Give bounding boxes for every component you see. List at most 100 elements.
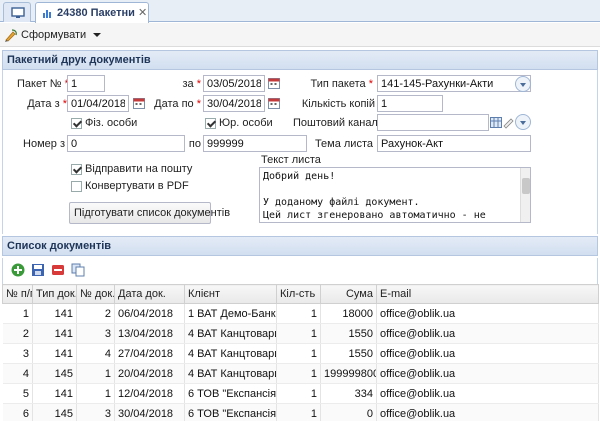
table-cell: office@oblik.ua: [376, 383, 599, 404]
subject-label: Тема листа: [314, 138, 373, 150]
num-from-input[interactable]: [67, 135, 185, 152]
table-cell: 1: [276, 323, 321, 344]
za-date-input[interactable]: [203, 75, 265, 92]
tab-document[interactable]: 24380 Пакетний д ✕: [35, 2, 149, 23]
table-cell: 1: [76, 383, 115, 404]
date-from-input[interactable]: [67, 95, 129, 112]
table-row[interactable]: 5 141 1 12/04/2018 6 ТОВ "Експансія" 1 334 offi…: [2, 383, 599, 404]
table-row[interactable]: 3 141 4 27/04/2018 4 ВАТ Канцтовари 1 1550 offi…: [2, 343, 599, 364]
fiz-label: Фіз. особи: [85, 117, 138, 129]
delete-icon[interactable]: [51, 263, 65, 277]
calendar-icon[interactable]: [268, 97, 280, 109]
table-cell: office@oblik.ua: [376, 343, 599, 364]
table-cell: 141: [32, 343, 77, 364]
fiz-checkbox[interactable]: [71, 118, 82, 129]
yur-checkbox[interactable]: [205, 118, 216, 129]
table-row[interactable]: 4 145 1 20/04/2018 4 ВАТ Канцтовари 1 19999980…: [2, 363, 599, 384]
num-to-input[interactable]: [203, 135, 307, 152]
copies-label: Кількість копій: [301, 98, 375, 110]
table-row[interactable]: 6 145 3 30/04/2018 6 ТОВ "Експансія" 1 0 office…: [2, 403, 599, 421]
packet-no-input[interactable]: [67, 75, 105, 92]
copies-input[interactable]: [377, 95, 443, 112]
column-header[interactable]: Кіл-сть: [276, 284, 321, 304]
home-tab[interactable]: [3, 2, 31, 22]
packet-no-label: Пакет № *: [17, 78, 69, 90]
table-row[interactable]: 2 141 3 13/04/2018 4 ВАТ Канцтовари 1 1550 offi…: [2, 323, 599, 344]
table-row[interactable]: 1 141 2 06/04/2018 1 ВАТ Демо-Банк 1 18000 offi…: [2, 303, 599, 324]
table-cell: 145: [32, 403, 77, 421]
packet-type-select[interactable]: [377, 75, 531, 92]
table-cell: office@oblik.ua: [376, 403, 599, 421]
table-cell: 30/04/2018: [114, 403, 185, 421]
table-cell: 20/04/2018: [114, 363, 185, 384]
table-cell: 27/04/2018: [114, 343, 185, 364]
table-cell: 141: [32, 303, 77, 324]
table-cell: 06/04/2018: [114, 303, 185, 324]
lookup-icon[interactable]: [490, 116, 514, 129]
tab-title: 24380 Пакетний д: [57, 7, 135, 19]
prepare-list-button[interactable]: Підготувати список документів: [69, 202, 230, 224]
textarea-scrollbar[interactable]: [520, 168, 530, 222]
table-cell: office@oblik.ua: [376, 303, 599, 324]
table-cell: 145: [32, 363, 77, 384]
pencil-arrow-icon: [5, 28, 17, 42]
za-label: за *: [182, 78, 201, 90]
column-header[interactable]: Сума: [320, 284, 377, 304]
table-cell: 4: [76, 343, 115, 364]
table-cell: 1: [276, 303, 321, 324]
column-header[interactable]: Дата док.: [114, 284, 185, 304]
convert-pdf-checkbox[interactable]: [71, 181, 82, 192]
table-header-row: № п/п Тип док. № док. Дата док. Клієнт К…: [2, 284, 599, 304]
table-cell: 13/04/2018: [114, 323, 185, 344]
table-cell: office@oblik.ua: [376, 323, 599, 344]
convert-pdf-label: Конвертувати в PDF: [85, 180, 189, 192]
table-cell: 141: [32, 323, 77, 344]
table-cell: 1550: [320, 323, 377, 344]
add-icon[interactable]: [11, 263, 25, 277]
table-cell: 2: [76, 303, 115, 324]
form-button[interactable]: Сформувати: [4, 26, 102, 44]
table-cell: office@oblik.ua: [376, 363, 599, 384]
table-cell: 6 ТОВ "Експансія": [184, 383, 277, 404]
scrollbar-thumb[interactable]: [522, 178, 530, 194]
table-cell: 12/04/2018: [114, 383, 185, 404]
yur-label: Юр. особи: [219, 117, 273, 129]
chevron-down-icon[interactable]: [515, 114, 531, 130]
chevron-down-icon[interactable]: [93, 33, 102, 37]
grid-toolbar: [2, 258, 598, 284]
column-header[interactable]: № п/п: [2, 284, 33, 304]
table-cell: 1: [276, 383, 321, 404]
close-icon[interactable]: ✕: [138, 6, 147, 19]
letter-textarea[interactable]: Добрий день! У доданому файлі документ. …: [259, 167, 531, 223]
send-mail-checkbox[interactable]: [71, 164, 82, 175]
calendar-icon[interactable]: [133, 97, 145, 109]
calendar-icon[interactable]: [268, 77, 280, 89]
table-cell: 6 ТОВ "Експансія": [184, 403, 277, 421]
postal-channel-input[interactable]: [377, 114, 489, 131]
table-cell: 141: [32, 383, 77, 404]
date-to-input[interactable]: [203, 95, 265, 112]
monitor-icon: [11, 7, 25, 18]
table-cell: 3: [2, 343, 33, 364]
date-from-label: Дата з *: [27, 98, 67, 110]
num-to-label: по: [188, 138, 201, 150]
copy-icon[interactable]: [71, 263, 85, 277]
form-button-label: Сформувати: [21, 29, 87, 41]
column-header[interactable]: E-mail: [376, 284, 599, 304]
documents-table: № п/п Тип док. № док. Дата док. Клієнт К…: [2, 284, 599, 421]
chevron-down-icon[interactable]: [515, 76, 531, 92]
table-cell: 4 ВАТ Канцтовари: [184, 323, 277, 344]
table-cell: 1: [276, 403, 321, 421]
subject-input[interactable]: [377, 135, 531, 152]
table-cell: 4 ВАТ Канцтовари: [184, 363, 277, 384]
save-icon[interactable]: [31, 263, 45, 277]
column-header[interactable]: № док.: [76, 284, 115, 304]
column-header[interactable]: Тип док.: [32, 284, 77, 304]
table-cell: 2: [2, 323, 33, 344]
table-cell: 1550: [320, 343, 377, 364]
table-cell: 3: [76, 403, 115, 421]
table-cell: 4: [2, 363, 33, 384]
table-cell: 1 ВАТ Демо-Банк: [184, 303, 277, 324]
table-cell: 18000: [320, 303, 377, 324]
column-header[interactable]: Клієнт: [184, 284, 277, 304]
